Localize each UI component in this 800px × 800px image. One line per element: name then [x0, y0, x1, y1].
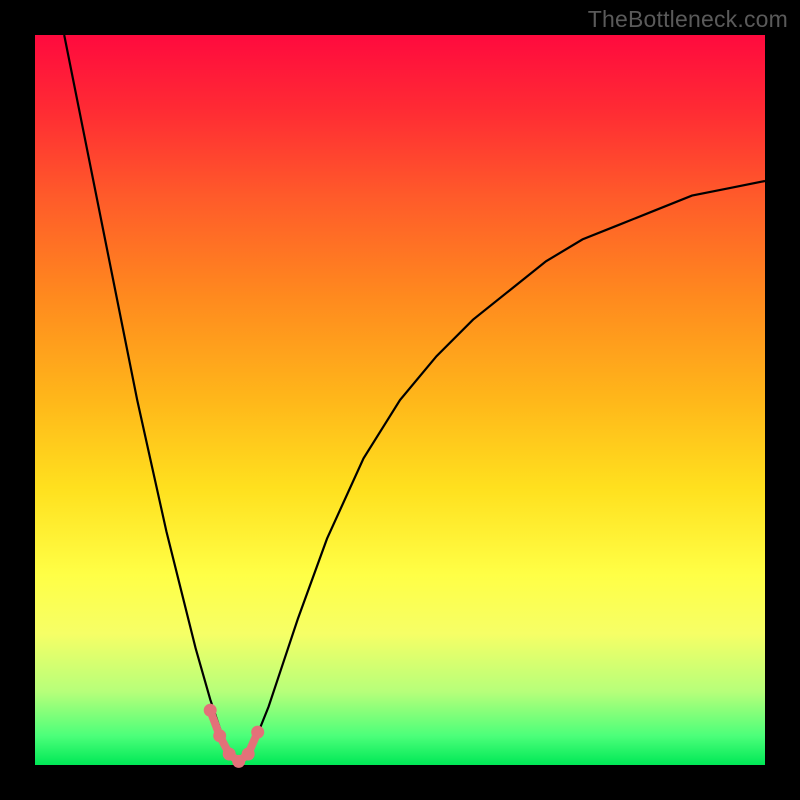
attribution-text: TheBottleneck.com: [588, 6, 788, 33]
plot-area: [35, 35, 765, 765]
marker-dot: [242, 748, 255, 761]
marker-dot: [204, 704, 217, 717]
marker-dots-group: [204, 704, 265, 768]
curve-layer: [35, 35, 765, 765]
chart-frame: TheBottleneck.com: [0, 0, 800, 800]
bottleneck-curve: [64, 35, 765, 765]
marker-dot: [213, 729, 226, 742]
marker-dot: [251, 726, 264, 739]
